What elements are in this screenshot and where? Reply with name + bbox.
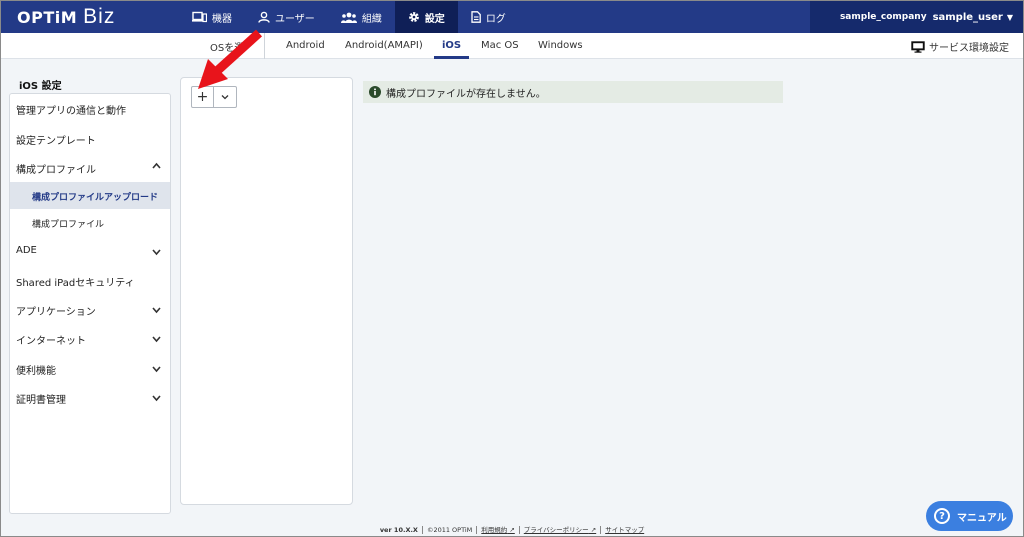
profile-list-panel: + (180, 77, 353, 505)
sidebar-subitem-label: 構成プロファイル (32, 220, 105, 230)
caret-down-icon: ▼ (1006, 12, 1013, 22)
copyright-text: ©2011 OPTiM (421, 526, 477, 534)
sidebar-item-label: アプリケーション (16, 307, 96, 318)
nav-settings-label: 設定 (424, 13, 445, 25)
nav-organization[interactable]: 組織 (328, 1, 395, 33)
sidebar: 管理アプリの通信と動作 設定テンプレート 構成プロファイル 構成プロファイルアッ… (9, 93, 171, 514)
sidebar-item-label: 証明書管理 (16, 395, 66, 406)
sidebar-subitem-label: 構成プロファイルアップロード (32, 193, 159, 203)
sidebar-item-label: ADE (16, 245, 37, 256)
sidebar-item-label: インターネット (16, 336, 86, 347)
privacy-link-label: プライバシーポリシー (523, 526, 589, 534)
log-icon (471, 11, 481, 23)
nav-logs-label: ログ (485, 13, 506, 25)
sidebar-item-label: 便利機能 (16, 366, 56, 377)
red-arrow-annotation (198, 29, 263, 89)
service-settings-label: サービス環境設定 (929, 43, 1009, 54)
logo[interactable]: OPTiM Biz (17, 5, 115, 29)
sidebar-item-label: 設定テンプレート (16, 136, 96, 147)
nav-users-label: ユーザー (275, 13, 315, 25)
nav-settings[interactable]: 設定 (394, 1, 458, 33)
sidebar-item-label: Shared iPadセキュリティ (16, 278, 135, 289)
logo-brand: OPTiM (17, 8, 78, 27)
service-settings-link[interactable]: サービス環境設定 (911, 39, 1009, 54)
chevron-down-icon (152, 366, 161, 373)
chevron-down-icon (152, 395, 161, 402)
privacy-link[interactable]: プライバシーポリシー ↗ (518, 526, 601, 534)
sidebar-item-label: 構成プロファイル (16, 165, 96, 176)
chevron-up-icon (152, 162, 161, 169)
info-message: 構成プロファイルが存在しません。 (363, 81, 783, 103)
sidebar-item-label: 管理アプリの通信と動作 (16, 106, 126, 117)
os-tab-bar: OSを選 Android Android(AMAPI) iOS Mac OS W… (1, 33, 1023, 59)
sidebar-subitem-config-profile[interactable]: 構成プロファイル (10, 209, 170, 236)
sidebar-title: iOS 設定 (19, 81, 62, 92)
info-message-text: 構成プロファイルが存在しません。 (386, 88, 546, 100)
monitor-icon (911, 40, 925, 53)
account-menu[interactable]: sample_company sample_user ▼ (810, 1, 1023, 33)
devices-icon (192, 11, 207, 23)
version-text: ver 10.X.X (379, 526, 418, 534)
company-name: sample_company (839, 12, 927, 22)
nav-logs[interactable]: ログ (458, 1, 519, 33)
sitemap-link[interactable]: サイトマップ (600, 526, 649, 534)
terms-link-label: 利用規約 (481, 526, 508, 534)
top-bar: OPTiM Biz 機器 ユーザー 組織 設定 ログ sample_company… (1, 1, 1023, 33)
footer: ver 10.X.X ©2011 OPTiM 利用規約 ↗ プライバシーポリシー ↗ サ… (1, 524, 1023, 534)
logo-product: Biz (83, 5, 116, 28)
manual-label: マニュアル (957, 512, 1007, 524)
tab-windows[interactable]: Windows (538, 33, 583, 59)
sidebar-subitem-profile-upload[interactable]: 構成プロファイルアップロード (10, 182, 170, 209)
tab-android[interactable]: Android (286, 33, 325, 59)
chevron-down-icon (152, 249, 161, 256)
help-icon: ? (934, 508, 950, 524)
terms-link[interactable]: 利用規約 ↗ (476, 526, 519, 534)
nav-organization-label: 組織 (361, 13, 382, 25)
gear-icon (408, 12, 419, 22)
info-icon (369, 86, 381, 98)
tab-android-amapi[interactable]: Android(AMAPI) (345, 33, 423, 59)
tab-macos[interactable]: Mac OS (481, 33, 519, 59)
nav-devices-label: 機器 (212, 13, 232, 25)
manual-button[interactable]: ? マニュアル (926, 501, 1013, 531)
user-name: sample_user (932, 11, 1003, 23)
organization-icon (340, 12, 357, 23)
chevron-down-icon (152, 307, 161, 314)
chevron-down-icon (152, 336, 161, 343)
tab-ios[interactable]: iOS (434, 33, 470, 59)
user-icon (258, 11, 270, 23)
